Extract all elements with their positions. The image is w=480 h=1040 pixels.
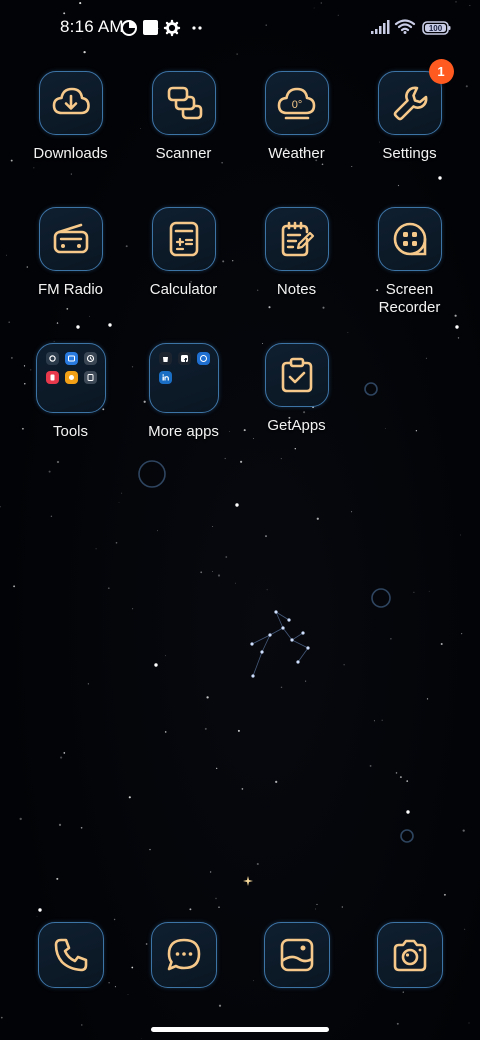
app-label-tools: Tools — [52, 423, 89, 440]
dock-messaging[interactable] — [151, 922, 217, 988]
gallery-notification-icon — [143, 20, 158, 35]
app-fm-radio[interactable]: FM Radio — [14, 207, 127, 299]
downloads-tile[interactable] — [38, 71, 103, 135]
home-screen: 8:16 AM 100 Downloads Scanner 0° Weather… — [0, 0, 480, 1040]
calculator-tile[interactable] — [151, 207, 216, 271]
dock-phone[interactable] — [38, 922, 104, 988]
folder-icon — [158, 352, 210, 384]
calculator-icon — [169, 221, 198, 257]
app-scanner[interactable]: Scanner — [127, 71, 240, 163]
app-label-screen-recorder: Screen Recorder — [378, 281, 441, 316]
settings-gear-icon — [163, 19, 181, 37]
getapps-tile[interactable] — [264, 343, 329, 407]
files-mini-icon — [83, 371, 97, 384]
shopping-mini-icon — [158, 352, 172, 365]
app-label-weather: Weather — [268, 145, 325, 162]
radio-icon — [53, 223, 88, 254]
fm-radio-tile[interactable] — [38, 207, 103, 271]
clock-mini-icon — [83, 352, 97, 365]
status-time: 8:16 AM — [60, 17, 124, 36]
app-label-fm-radio: FM Radio — [37, 281, 104, 298]
app-calculator[interactable]: Calculator — [127, 207, 240, 299]
more-dots-icon — [192, 26, 202, 30]
dock-camera[interactable] — [377, 922, 443, 988]
facebook-mini-icon — [177, 352, 191, 365]
app-settings[interactable]: 1 Settings — [353, 59, 466, 163]
phone-icon — [54, 938, 88, 972]
weather-temperature: 0° — [291, 99, 302, 111]
linkedin-mini-icon — [158, 371, 172, 384]
message-bubble-icon — [167, 938, 201, 971]
app-getapps[interactable]: GetApps — [240, 343, 353, 435]
tools-folder-tile[interactable] — [35, 343, 106, 413]
app-label-more-apps: More apps — [148, 423, 219, 440]
more-apps-folder-tile[interactable] — [148, 343, 219, 413]
security-mini-icon — [45, 371, 59, 384]
notification-badge: 1 — [428, 59, 454, 84]
app-weather[interactable]: 0° Weather — [240, 71, 353, 163]
film-reel-icon — [393, 222, 426, 256]
app-label-calculator: Calculator — [149, 281, 218, 298]
app-label-downloads: Downloads — [33, 145, 108, 162]
weather-tile[interactable]: 0° — [264, 71, 329, 135]
gallery-tile[interactable] — [264, 922, 330, 988]
folder-icon — [45, 352, 97, 384]
messaging-tile[interactable] — [151, 922, 217, 988]
dock-gallery[interactable] — [264, 922, 330, 988]
status-bar: 8:16 AM 100 — [0, 0, 480, 56]
camera-tile[interactable] — [377, 922, 443, 988]
download-cloud-icon — [52, 87, 90, 115]
cleaner-mini-icon — [64, 371, 78, 384]
screen-recorder-tile[interactable] — [377, 207, 442, 271]
gallery-icon — [280, 938, 314, 972]
browser-mini-icon — [196, 352, 210, 365]
notepad-icon — [281, 221, 314, 257]
scanner-tile[interactable] — [151, 71, 216, 135]
app-screen-recorder[interactable]: Screen Recorder — [353, 207, 466, 317]
notes-tile[interactable] — [264, 207, 329, 271]
app-label-settings: Settings — [382, 145, 437, 162]
wifi-icon — [394, 19, 416, 34]
wrench-icon — [393, 86, 427, 121]
recorder-mini-icon — [45, 352, 59, 365]
app-label-notes: Notes — [276, 281, 317, 298]
battery-level: 100 — [429, 24, 443, 33]
folder-more-apps[interactable]: More apps — [127, 343, 240, 441]
status-notification-icons — [121, 19, 202, 37]
app-downloads[interactable]: Downloads — [14, 71, 127, 163]
phone-tile[interactable] — [38, 922, 104, 988]
data-saver-icon — [121, 20, 137, 36]
clipboard-check-icon — [281, 357, 312, 393]
folder-tools[interactable]: Tools — [14, 343, 127, 441]
app-notes[interactable]: Notes — [240, 207, 353, 299]
status-system-icons: 100 — [371, 19, 451, 35]
scanner-icon — [167, 86, 202, 120]
settings-tile[interactable]: 1 — [377, 59, 454, 135]
home-indicator[interactable] — [151, 1027, 329, 1032]
weather-cloud-icon: 0° — [277, 87, 315, 120]
signal-icon — [371, 20, 390, 34]
app-label-scanner: Scanner — [155, 145, 212, 162]
app-label-getapps: GetApps — [267, 417, 326, 434]
camera-icon — [393, 939, 427, 972]
compass-mini-icon — [64, 352, 78, 365]
